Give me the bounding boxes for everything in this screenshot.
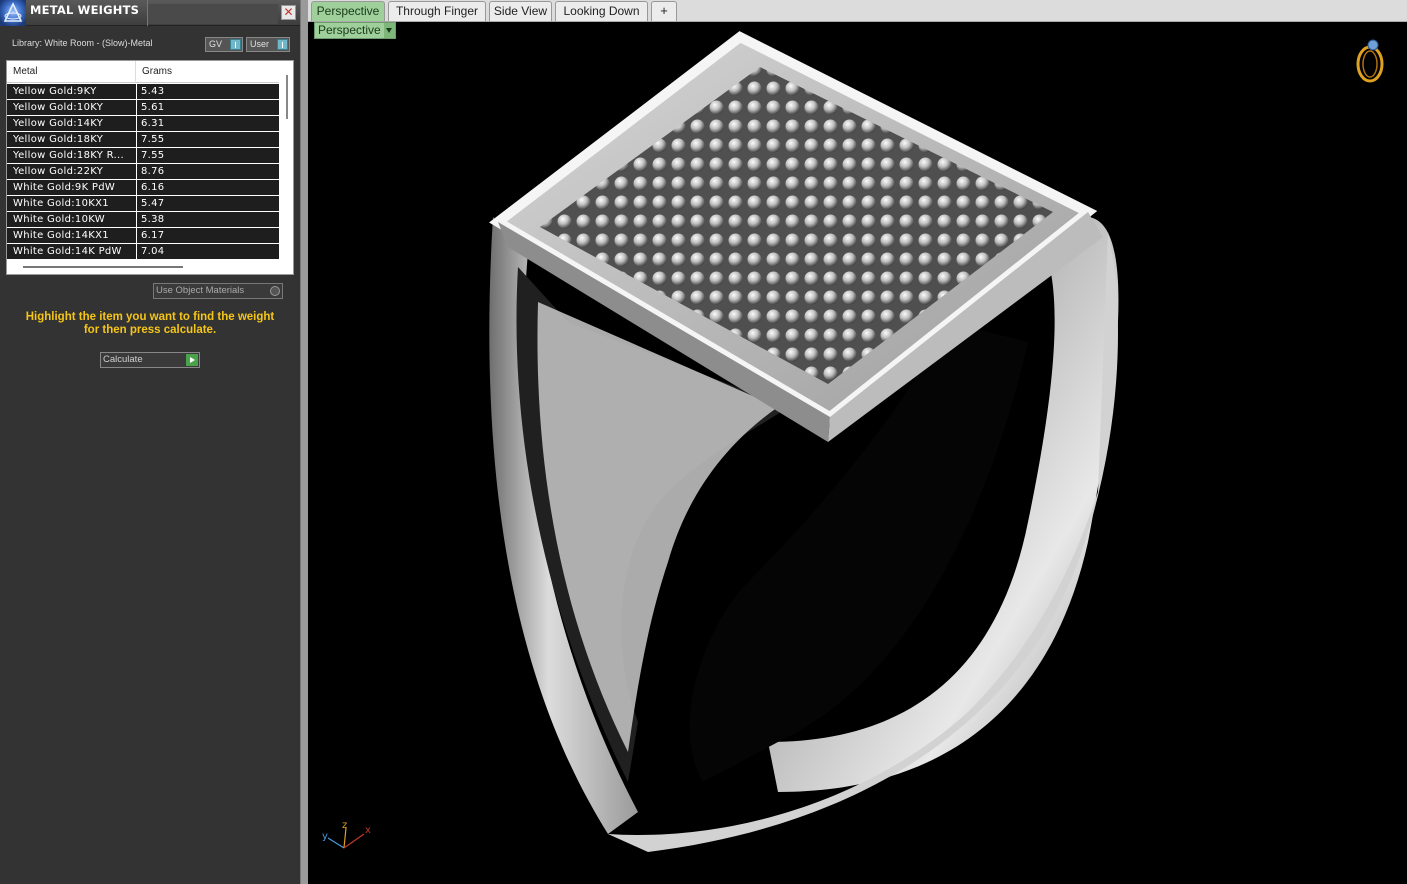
column-header-metal[interactable]: Metal — [13, 66, 37, 77]
metal-cell: White Gold:14K PdW — [13, 246, 122, 257]
vertical-scrollbar[interactable] — [283, 75, 291, 125]
user-label: User — [250, 39, 270, 49]
table-row[interactable]: White Gold:10KW 5.38 — [7, 212, 279, 228]
rhino-logo-icon — [0, 0, 26, 26]
table-row[interactable]: Yellow Gold:22KY 8.76 — [7, 164, 279, 180]
titlebar-empty-area — [148, 4, 278, 24]
axis-triad-icon: y z x — [322, 820, 371, 849]
grams-cell: 7.04 — [141, 246, 165, 257]
metal-cell: Yellow Gold:9KY — [13, 86, 97, 97]
table-row[interactable]: Yellow Gold:14KY 6.31 — [7, 116, 279, 132]
use-object-materials-option[interactable]: Use Object Materials — [153, 283, 283, 299]
plus-icon: + — [660, 3, 668, 18]
3d-viewport[interactable]: Perspective y z x — [308, 22, 1407, 884]
grams-cell: 5.38 — [141, 214, 165, 225]
metal-cell: White Gold:14KX1 — [13, 230, 109, 241]
use-object-materials-label: Use Object Materials — [156, 285, 245, 296]
viewport-tabbar: Perspective Through Finger Side View Loo… — [308, 0, 1407, 22]
tab-perspective[interactable]: Perspective — [311, 1, 385, 21]
tab-side-view[interactable]: Side View — [489, 1, 552, 21]
grams-cell: 5.61 — [141, 102, 165, 113]
axis-z-label: z — [342, 820, 347, 831]
table-row[interactable]: White Gold:9K PdW 6.16 — [7, 180, 279, 196]
table-row[interactable]: Yellow Gold:9KY 5.43 — [7, 84, 279, 100]
toggle-icon — [230, 39, 241, 50]
gv-toggle[interactable]: GV — [205, 37, 243, 52]
toggle-icon — [277, 39, 288, 50]
grams-cell: 7.55 — [141, 150, 165, 161]
grams-cell: 6.16 — [141, 182, 165, 193]
grams-cell: 8.76 — [141, 166, 165, 177]
metal-cell: Yellow Gold:10KY — [13, 102, 104, 113]
calculate-button[interactable]: Calculate — [100, 352, 200, 368]
view-mode-dropdown[interactable]: Perspective — [314, 22, 396, 39]
grams-cell: 6.31 — [141, 118, 165, 129]
table-row[interactable]: Yellow Gold:18KY R... 7.55 — [7, 148, 279, 164]
instructions-line-1: Highlight the item you want to find the … — [25, 311, 275, 323]
table-body: Yellow Gold:9KY 5.43 Yellow Gold:10KY 5.61… — [7, 84, 279, 260]
gv-label: GV — [209, 39, 223, 49]
column-divider[interactable] — [135, 61, 136, 83]
table-row[interactable]: White Gold:14K PdW 7.04 — [7, 244, 279, 260]
metal-cell: Yellow Gold:22KY — [13, 166, 104, 177]
metal-weights-table: Metal Grams Yellow Gold:9KY 5.43 Yellow G… — [6, 60, 294, 275]
grams-cell: 5.47 — [141, 198, 165, 209]
tab-through-finger[interactable]: Through Finger — [388, 1, 486, 21]
add-tab-button[interactable]: + — [651, 1, 677, 21]
table-row[interactable]: White Gold:10KX1 5.47 — [7, 196, 279, 212]
metal-cell: Yellow Gold:18KY R... — [13, 150, 124, 161]
user-toggle[interactable]: User — [246, 37, 290, 52]
view-mode-label: Perspective — [318, 23, 381, 37]
panel-splitter[interactable] — [300, 0, 308, 884]
axis-y-label: y — [322, 831, 328, 842]
panel-title: METAL WEIGHTS — [30, 3, 140, 17]
table-row[interactable]: Yellow Gold:18KY 7.55 — [7, 132, 279, 148]
calculate-label: Calculate — [103, 354, 143, 365]
close-icon: ✕ — [283, 5, 294, 19]
table-row[interactable]: Yellow Gold:10KY 5.61 — [7, 100, 279, 116]
ring-render — [489, 31, 1119, 852]
library-label: Library: White Room - (Slow)-Metal — [12, 38, 153, 48]
metal-cell: Yellow Gold:18KY — [13, 134, 104, 145]
table-row[interactable]: White Gold:14KX1 6.17 — [7, 228, 279, 244]
tab-looking-down[interactable]: Looking Down — [555, 1, 648, 21]
grams-cell: 5.43 — [141, 86, 165, 97]
horizontal-scrollbar[interactable] — [23, 266, 183, 268]
metal-weights-panel: METAL WEIGHTS ✕ Library: White Room - (S… — [0, 0, 300, 884]
grams-cell: 6.17 — [141, 230, 165, 241]
metal-cell: White Gold:10KX1 — [13, 198, 109, 209]
panel-titlebar: METAL WEIGHTS ✕ — [0, 0, 300, 26]
grams-cell: 7.55 — [141, 134, 165, 145]
chevron-down-icon — [384, 23, 395, 38]
instructions-text: Highlight the item you want to find the … — [10, 311, 290, 337]
ring-view-icon[interactable] — [1350, 36, 1390, 84]
metal-cell: White Gold:10KW — [13, 214, 105, 225]
radio-icon — [270, 286, 280, 296]
table-header: Metal Grams — [7, 61, 279, 83]
axis-x-label: x — [365, 825, 371, 836]
column-header-grams[interactable]: Grams — [142, 66, 172, 77]
play-icon — [186, 354, 198, 366]
metal-cell: White Gold:9K PdW — [13, 182, 116, 193]
close-button[interactable]: ✕ — [281, 5, 296, 20]
metal-cell: Yellow Gold:14KY — [13, 118, 104, 129]
instructions-line-2: for then press calculate. — [83, 324, 217, 336]
